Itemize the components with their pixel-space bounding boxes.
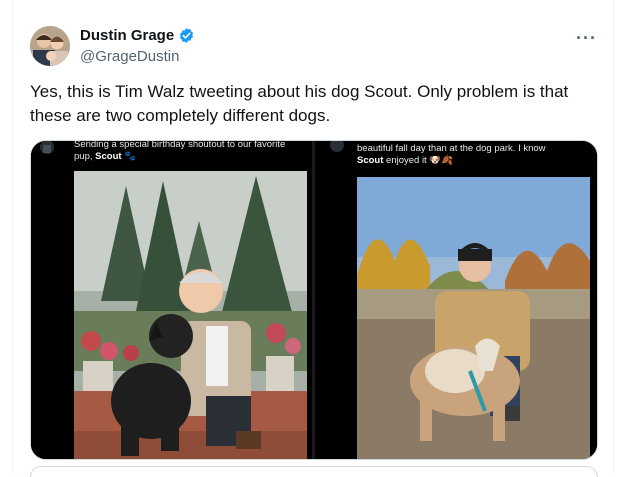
- avatar-image: [30, 26, 70, 66]
- right-caption: beautiful fall day than at the dog park.…: [357, 143, 589, 167]
- right-caption-text: beautiful fall day than at the dog park.…: [357, 143, 546, 154]
- paw-icon: 🐾: [124, 151, 137, 162]
- right-caption-name: Scout: [357, 155, 384, 166]
- left-caption: Sending a special birthday shoutout to o…: [74, 141, 294, 163]
- left-caption-name: Scout: [95, 151, 122, 162]
- left-screenshot-image: [31, 141, 312, 459]
- verified-badge-icon: [180, 28, 194, 43]
- right-caption-post: enjoyed it: [386, 155, 427, 166]
- author-handle[interactable]: @GrageDustin: [80, 48, 179, 65]
- dog-emoji-icon: 🐶🍂: [429, 155, 454, 166]
- right-screenshot-image: [315, 141, 597, 459]
- tweet-media[interactable]: Sending a special birthday shoutout to o…: [30, 140, 598, 460]
- quoted-card-edge: [30, 466, 598, 477]
- tweet-text: Yes, this is Tim Walz tweeting about his…: [30, 82, 569, 125]
- more-options-icon[interactable]: ···: [576, 28, 597, 49]
- author-name[interactable]: Dustin Grage: [80, 27, 195, 44]
- author-name-text[interactable]: Dustin Grage: [80, 27, 174, 44]
- media-left-panel[interactable]: Sending a special birthday shoutout to o…: [31, 141, 312, 459]
- media-right-panel[interactable]: beautiful fall day than at the dog park.…: [315, 141, 597, 459]
- author-avatar[interactable]: [30, 26, 70, 66]
